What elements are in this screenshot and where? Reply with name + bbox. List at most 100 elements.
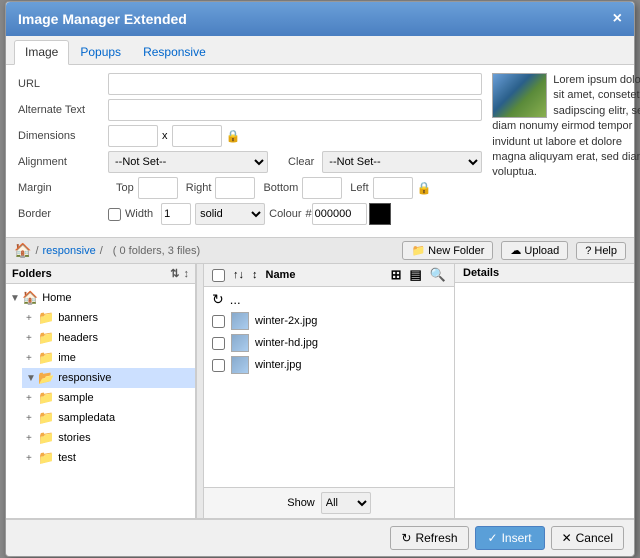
breadcrumb-actions: 📁 New Folder ☁ Upload ? Help xyxy=(402,241,626,260)
margin-bottom-input[interactable] xyxy=(302,177,342,199)
scrollbar[interactable] xyxy=(196,264,204,518)
tree-item-sample[interactable]: + 📁 sample xyxy=(22,388,195,408)
clear-select[interactable]: --Not Set-- xyxy=(322,151,482,173)
alt-label: Alternate Text xyxy=(18,104,108,116)
breadcrumb-link[interactable]: responsive xyxy=(43,245,96,257)
select-all-checkbox[interactable] xyxy=(212,269,225,282)
margin-bottom-label: Bottom xyxy=(263,182,298,194)
file-item-winter-hd[interactable]: winter-hd.jpg xyxy=(204,332,454,354)
toggle-test[interactable]: + xyxy=(26,453,38,464)
name-col-label: Name xyxy=(266,269,383,281)
show-label: Show xyxy=(287,497,315,509)
form-body: URL Alternate Text Dimensions x 🔒 xyxy=(6,65,634,237)
toggle-responsive[interactable]: ▼ xyxy=(26,373,38,384)
file-item-winter[interactable]: winter.jpg xyxy=(204,354,454,376)
file-checkbox-winter[interactable] xyxy=(212,359,225,372)
toggle-banners[interactable]: + xyxy=(26,313,38,324)
border-width-input[interactable] xyxy=(161,203,191,225)
home-folder-icon: 🏠 xyxy=(22,290,38,306)
preview-image xyxy=(492,73,547,118)
file-checkbox-winter-hd[interactable] xyxy=(212,337,225,350)
refresh-icon: ↻ xyxy=(401,531,411,545)
refresh-button[interactable]: ↻ Refresh xyxy=(390,526,468,550)
file-name-winter-2x: winter-2x.jpg xyxy=(255,315,317,327)
show-bar: Show All xyxy=(204,487,454,518)
margin-left-input[interactable] xyxy=(373,177,413,199)
tree-item-banners[interactable]: + 📁 banners xyxy=(22,308,195,328)
dims-label: Dimensions xyxy=(18,130,108,142)
url-input[interactable] xyxy=(108,73,482,95)
dims-height-input[interactable] xyxy=(172,125,222,147)
tree-item-test[interactable]: + 📁 test xyxy=(22,448,195,468)
border-color-swatch[interactable] xyxy=(369,203,391,225)
sort-az-icon[interactable]: ⇅ xyxy=(170,267,179,280)
border-color-input[interactable] xyxy=(312,203,367,225)
url-row: URL xyxy=(18,73,482,95)
new-folder-button[interactable]: 📁 New Folder xyxy=(402,241,493,260)
toggle-headers[interactable]: + xyxy=(26,333,38,344)
new-folder-label: New Folder xyxy=(428,245,484,257)
border-color-label: Colour xyxy=(269,208,301,220)
margin-right-input[interactable] xyxy=(215,177,255,199)
upload-icon: ☁ xyxy=(510,244,521,257)
tree-item-responsive[interactable]: ▼ 📂 responsive xyxy=(22,368,195,388)
dims-width-input[interactable] xyxy=(108,125,158,147)
tab-image[interactable]: Image xyxy=(14,40,69,65)
border-checkbox[interactable] xyxy=(108,208,121,221)
search-icon[interactable]: 🔍 xyxy=(430,267,446,283)
alt-row: Alternate Text xyxy=(18,99,482,121)
toggle-stories[interactable]: + xyxy=(26,433,38,444)
border-style-select[interactable]: solid xyxy=(195,203,265,225)
tab-bar: Image Popups Responsive xyxy=(6,36,634,65)
file-panel: ↑↓ ↕ Name ⊞ ▤ 🔍 ↻ ... winter-2x.jpg xyxy=(204,264,454,518)
tab-responsive[interactable]: Responsive xyxy=(132,40,217,64)
tree-item-stories[interactable]: + 📁 stories xyxy=(22,428,195,448)
label-ime: ime xyxy=(58,352,76,364)
form-fields: URL Alternate Text Dimensions x 🔒 xyxy=(18,73,482,229)
insert-button[interactable]: ✓ Insert xyxy=(475,526,545,550)
sort-za-icon[interactable]: ↕ xyxy=(184,268,190,280)
close-button[interactable]: × xyxy=(613,10,622,28)
upload-button[interactable]: ☁ Upload xyxy=(501,241,568,260)
preview-container: Lorem ipsum dolor sit amet, consetetur s… xyxy=(492,73,640,181)
grid-view-icon[interactable]: ⊞ xyxy=(391,267,402,283)
toggle-sampledata[interactable]: + xyxy=(26,413,38,424)
margin-top-input[interactable] xyxy=(138,177,178,199)
tree-item-ime[interactable]: + 📁 ime xyxy=(22,348,195,368)
file-name-winter: winter.jpg xyxy=(255,359,301,371)
dialog-title: Image Manager Extended xyxy=(18,11,187,27)
border-label: Border xyxy=(18,208,108,220)
sort-name-desc-icon[interactable]: ↕ xyxy=(252,269,258,281)
tree-item-headers[interactable]: + 📁 headers xyxy=(22,328,195,348)
tree-children-home: + 📁 banners + 📁 headers + 📁 ime xyxy=(6,308,195,468)
refresh-label: Refresh xyxy=(415,531,457,545)
alt-input[interactable] xyxy=(108,99,482,121)
folder-icon-test: 📁 xyxy=(38,450,54,466)
tree-item-sampledata[interactable]: + 📁 sampledata xyxy=(22,408,195,428)
up-nav-item[interactable]: ↻ ... xyxy=(204,289,454,310)
list-view-icon[interactable]: ▤ xyxy=(410,267,422,283)
toggle-sample[interactable]: + xyxy=(26,393,38,404)
tab-popups[interactable]: Popups xyxy=(69,40,132,64)
help-icon: ? xyxy=(585,245,591,257)
border-row: Border Width solid Colour # xyxy=(18,203,482,225)
toggle-ime[interactable]: + xyxy=(26,353,38,364)
file-name-winter-hd: winter-hd.jpg xyxy=(255,337,318,349)
details-panel: Details xyxy=(454,264,634,518)
insert-label: Insert xyxy=(502,531,532,545)
align-select[interactable]: --Not Set-- xyxy=(108,151,268,173)
folder-icon-headers: 📁 xyxy=(38,330,54,346)
file-thumbnail-winter xyxy=(231,356,249,374)
cancel-button[interactable]: ✕ Cancel xyxy=(551,526,624,550)
home-icon[interactable]: 🏠 xyxy=(14,242,31,259)
folder-icon: 📁 xyxy=(411,244,425,257)
tree-item-home[interactable]: ▼ 🏠 Home xyxy=(6,288,195,308)
help-button[interactable]: ? Help xyxy=(576,242,626,260)
folder-icon-sampledata: 📁 xyxy=(38,410,54,426)
show-select[interactable]: All xyxy=(321,492,371,514)
tree-label-home: Home xyxy=(42,292,71,304)
file-checkbox-winter-2x[interactable] xyxy=(212,315,225,328)
file-item-winter-2x[interactable]: winter-2x.jpg xyxy=(204,310,454,332)
sort-name-asc-icon[interactable]: ↑↓ xyxy=(233,269,244,281)
tree-toggle-home[interactable]: ▼ xyxy=(10,293,22,304)
